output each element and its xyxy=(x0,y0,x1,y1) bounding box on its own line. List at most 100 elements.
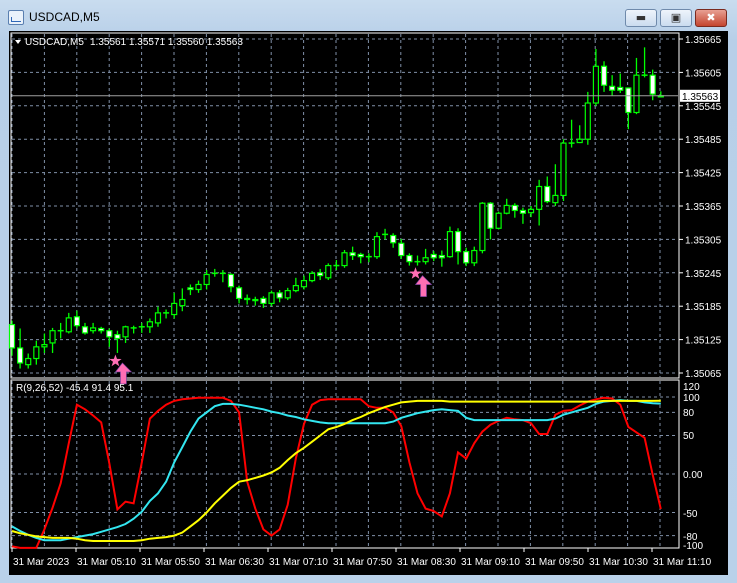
candle-body xyxy=(609,85,616,91)
candle xyxy=(98,326,105,334)
candle xyxy=(617,73,624,93)
candle xyxy=(357,252,364,264)
time-label: 31 Mar 08:30 xyxy=(397,557,456,568)
candle xyxy=(536,179,543,226)
time-label: 31 Mar 07:50 xyxy=(333,557,392,568)
candle-body xyxy=(292,285,299,292)
candle-body xyxy=(633,74,640,114)
candle xyxy=(592,49,600,106)
candle xyxy=(406,253,413,266)
candle-body xyxy=(284,290,291,299)
candle xyxy=(641,47,648,78)
dropdown-triangle-icon[interactable] xyxy=(15,40,21,44)
time-label: 31 Mar 09:50 xyxy=(525,557,584,568)
candle-body xyxy=(260,297,267,305)
candle xyxy=(106,328,113,347)
price-tick-label: 1.35125 xyxy=(685,336,722,347)
candle xyxy=(219,270,226,283)
candle-body xyxy=(252,298,259,302)
candle xyxy=(584,91,591,145)
symbol-header[interactable]: USDCAD,M5 1.35561 1.35571 1.35560 1.3556… xyxy=(15,37,243,48)
candle xyxy=(479,202,486,254)
candle-body xyxy=(276,292,283,299)
candle-body xyxy=(373,236,381,258)
candle xyxy=(568,119,575,148)
time-label: 31 Mar 10:30 xyxy=(589,557,648,568)
candle xyxy=(89,322,97,334)
candle xyxy=(146,318,153,333)
candle xyxy=(211,268,218,277)
indicator-header: R(9,26,52) -45.4 91.4 95.1 xyxy=(16,383,134,394)
candle-body xyxy=(317,272,324,277)
candle-body xyxy=(106,330,113,338)
candle-body xyxy=(349,252,356,257)
candle-body xyxy=(527,208,535,214)
candle-body xyxy=(454,231,462,253)
axes: 1.35665 1.35605 1.35545 1.35485 1.35425 1.353… xyxy=(11,35,722,568)
candle xyxy=(163,309,170,319)
candle xyxy=(454,228,462,265)
time-label: 31 Mar 06:30 xyxy=(205,557,264,568)
chart-canvas[interactable]: 1.35665 1.35605 1.35545 1.35485 1.35425 1.353… xyxy=(0,0,737,583)
candle-body xyxy=(519,209,527,214)
star-icon xyxy=(109,354,122,367)
candle-body xyxy=(406,254,413,263)
candle xyxy=(325,263,332,281)
candle-body xyxy=(560,142,567,197)
candle-body xyxy=(544,185,551,203)
candle xyxy=(114,330,121,353)
candle xyxy=(382,228,389,240)
candle-body xyxy=(179,298,186,307)
candle-body xyxy=(600,65,608,86)
candle xyxy=(268,290,275,307)
candle xyxy=(138,322,145,333)
candle xyxy=(333,259,340,271)
candle xyxy=(398,238,405,259)
candle xyxy=(495,211,502,230)
current-price-label: 1.35563 xyxy=(682,92,719,103)
candle xyxy=(300,275,308,290)
candle-body xyxy=(268,292,275,305)
candle xyxy=(471,246,478,267)
price-tick-label: 1.35185 xyxy=(685,302,722,313)
candle xyxy=(33,340,40,365)
candle-body xyxy=(341,252,348,267)
candle xyxy=(633,57,640,115)
price-tick-label: 1.35245 xyxy=(685,269,722,280)
candle-body xyxy=(617,86,624,91)
candle xyxy=(560,139,567,201)
candle-body xyxy=(308,272,316,282)
time-label: 31 Mar 05:50 xyxy=(141,557,200,568)
candle-body xyxy=(33,346,40,360)
grid xyxy=(11,34,678,547)
candle-body xyxy=(25,357,32,366)
candle-body xyxy=(430,253,437,259)
candle xyxy=(414,255,421,266)
candle xyxy=(487,202,494,240)
level-tick-label: 120 xyxy=(683,382,700,393)
candle xyxy=(292,277,299,293)
candle-body xyxy=(471,249,478,264)
candle xyxy=(390,233,397,248)
candle-body xyxy=(146,321,153,328)
candle-body xyxy=(487,202,494,229)
candle xyxy=(341,249,348,268)
candle xyxy=(8,320,16,356)
symbol-label: USDCAD,M5 xyxy=(25,37,84,48)
candle-body xyxy=(49,330,56,344)
candle-body xyxy=(479,202,486,252)
candle-body xyxy=(576,138,583,144)
candle xyxy=(519,207,527,224)
price-tick-label: 1.35665 xyxy=(685,35,722,46)
level-tick-label: 100 xyxy=(683,393,700,404)
candle xyxy=(349,246,356,260)
candle xyxy=(657,91,664,98)
candle xyxy=(179,288,186,312)
candle-body xyxy=(300,279,308,288)
time-label: 31 Mar 2023 xyxy=(13,557,70,568)
candle-body xyxy=(227,273,235,288)
candle xyxy=(187,284,194,296)
candle-body xyxy=(325,264,332,279)
candle-body xyxy=(463,251,470,264)
candle xyxy=(195,280,202,293)
